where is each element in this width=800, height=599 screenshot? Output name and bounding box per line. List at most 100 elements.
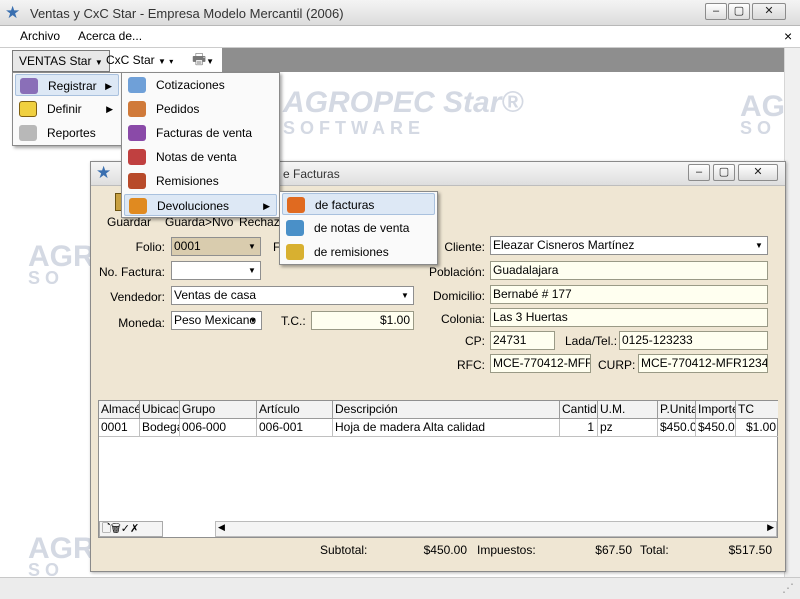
table-cell[interactable]: 0001: [99, 419, 140, 437]
col-header-descripcion[interactable]: Descripción: [333, 401, 560, 419]
window-minimize-button[interactable]: ‒: [688, 164, 710, 181]
window-star-icon: ★: [96, 163, 112, 182]
col-header-um[interactable]: U.M.: [598, 401, 658, 419]
chevron-down-icon[interactable]: ▼: [245, 312, 261, 329]
table-cell[interactable]: 1: [560, 419, 598, 437]
menu-item-dev-notas[interactable]: de notas de venta: [282, 217, 435, 239]
menu-item-devoluciones[interactable]: Devoluciones ▶: [124, 194, 277, 216]
colonia-field[interactable]: Las 3 Huertas: [490, 308, 768, 327]
menu-item-cotizaciones[interactable]: Cotizaciones: [124, 74, 277, 96]
table-cell[interactable]: $450.0: [658, 419, 696, 437]
grid-nav-bar: 🗋🗑✓✗: [99, 521, 163, 537]
moneda-select[interactable]: Peso Mexicano ▼: [171, 311, 262, 330]
chevron-down-icon[interactable]: ▼: [244, 238, 260, 255]
confirm-icon[interactable]: ✓: [121, 523, 130, 535]
scroll-left-icon[interactable]: ◀: [218, 522, 225, 533]
impuestos-value: $67.50: [595, 543, 632, 557]
quote-icon: [128, 77, 146, 93]
vendedor-label: Vendedor:: [110, 290, 165, 304]
table-cell[interactable]: pz: [598, 419, 658, 437]
curp-field[interactable]: MCE-770412-MFR1234: [638, 354, 768, 373]
cxc-star-label: CxC Star: [106, 53, 155, 67]
col-header-almacen[interactable]: Almacé: [99, 401, 140, 419]
curp-label: CURP:: [598, 358, 636, 372]
menu-item-label: Devoluciones: [157, 199, 230, 213]
chevron-down-icon: ▼: [206, 57, 215, 66]
vertical-scrollbar[interactable]: [784, 48, 800, 577]
invoice-icon: [128, 125, 146, 141]
menu-item-notas[interactable]: Notas de venta: [124, 146, 277, 168]
minimize-button[interactable]: ‒: [705, 3, 727, 20]
table-cell[interactable]: 006-000: [180, 419, 257, 437]
lada-field[interactable]: 0125-123233: [619, 331, 768, 350]
invoice-return-icon: [287, 197, 305, 213]
col-header-cantidad[interactable]: Cantida: [560, 401, 598, 419]
print-tool-button[interactable]: 🖶▼: [186, 50, 220, 72]
col-header-grupo[interactable]: Grupo: [180, 401, 257, 419]
table-cell[interactable]: 006-001: [257, 419, 333, 437]
chevron-down-icon: ▾: [169, 57, 174, 66]
table-cell[interactable]: Hoja de madera Alta calidad: [333, 419, 560, 437]
table-cell[interactable]: Bodega: [140, 419, 180, 437]
nofactura-label: No. Factura:: [98, 265, 165, 279]
moneda-label: Moneda:: [118, 316, 165, 330]
col-header-ubicacion[interactable]: Ubicac: [140, 401, 180, 419]
col-header-punitario[interactable]: P.Unita: [658, 401, 696, 419]
chevron-down-icon[interactable]: ▼: [751, 237, 767, 254]
cliente-select[interactable]: Eleazar Cisneros Martínez ▼: [490, 236, 768, 255]
menu-item-pedidos[interactable]: Pedidos: [124, 98, 277, 120]
cxc-star-button[interactable]: CxC Star ▼ ▾: [100, 50, 179, 72]
menu-item-dev-facturas[interactable]: de facturas: [282, 193, 435, 215]
table-cell[interactable]: $1.00: [736, 419, 778, 437]
vendedor-value: Ventas de casa: [174, 288, 257, 302]
vendedor-select[interactable]: Ventas de casa ▼: [171, 286, 414, 305]
table-cell[interactable]: $450.0: [696, 419, 736, 437]
menu-item-label: Facturas de venta: [156, 126, 253, 140]
scroll-right-icon[interactable]: ▶: [767, 522, 774, 533]
menu-item-label: Registrar: [48, 79, 97, 93]
mdi-close-icon[interactable]: ×: [784, 28, 792, 44]
ventas-star-button[interactable]: VENTAS Star ▼: [12, 50, 110, 72]
new-row-icon[interactable]: 🗋: [102, 523, 111, 535]
menu-item-reportes[interactable]: Reportes: [15, 122, 119, 144]
menu-item-dev-remisiones[interactable]: de remisiones: [282, 241, 435, 263]
window-maximize-button[interactable]: ▢: [713, 164, 735, 181]
cancel-icon[interactable]: ✗: [130, 523, 139, 535]
cp-field[interactable]: 24731: [490, 331, 555, 350]
cliente-value: Eleazar Cisneros Martínez: [493, 238, 635, 252]
col-header-importe[interactable]: Importe: [696, 401, 736, 419]
total-label: Total:: [640, 543, 669, 557]
window-close-button[interactable]: ✕: [738, 164, 778, 181]
shipment-return-icon: [286, 244, 304, 260]
nofactura-field[interactable]: ▼: [171, 261, 261, 280]
subtotal-value: $450.00: [423, 543, 467, 557]
menu-acerca[interactable]: Acerca de...: [78, 29, 142, 43]
app-titlebar: ★ Ventas y CxC Star - Empresa Modelo Mer…: [0, 0, 800, 26]
domicilio-field[interactable]: Bernabé # 177: [490, 285, 768, 304]
menu-item-remisiones[interactable]: Remisiones: [124, 170, 277, 192]
menu-item-label: Definir: [47, 102, 82, 116]
maximize-button[interactable]: ▢: [728, 3, 750, 20]
menu-item-registrar[interactable]: Registrar ▶: [15, 74, 119, 96]
close-button[interactable]: ✕: [752, 3, 786, 20]
toolbar-band: [222, 48, 794, 72]
items-grid[interactable]: Almacé Ubicac Grupo Artículo Descripción…: [98, 400, 778, 538]
menu-item-label: Remisiones: [156, 174, 219, 188]
resize-grip-icon[interactable]: ⋰: [782, 581, 794, 595]
folio-field[interactable]: 0001 ▼: [171, 237, 261, 256]
menu-archivo[interactable]: Archivo: [20, 29, 60, 43]
menu-item-label: Notas de venta: [156, 150, 237, 164]
folio-label: Folio:: [135, 240, 165, 254]
chevron-down-icon[interactable]: ▼: [244, 262, 260, 279]
moneda-value: Peso Mexicano: [174, 313, 257, 327]
menu-item-definir[interactable]: Definir ▶: [15, 98, 119, 120]
watermark-agropec: AGROPEC Star®: [283, 86, 524, 119]
col-header-articulo[interactable]: Artículo: [257, 401, 333, 419]
tc-label: T.C.:: [281, 314, 306, 328]
col-header-tc[interactable]: TC: [736, 401, 778, 419]
menu-item-facturas[interactable]: Facturas de venta: [124, 122, 277, 144]
rfc-field[interactable]: MCE-770412-MFR: [490, 354, 591, 373]
grid-hscrollbar[interactable]: ◀ ▶: [215, 521, 777, 537]
delete-row-icon[interactable]: 🗑: [111, 523, 121, 535]
poblacion-field[interactable]: Guadalajara: [490, 261, 768, 280]
